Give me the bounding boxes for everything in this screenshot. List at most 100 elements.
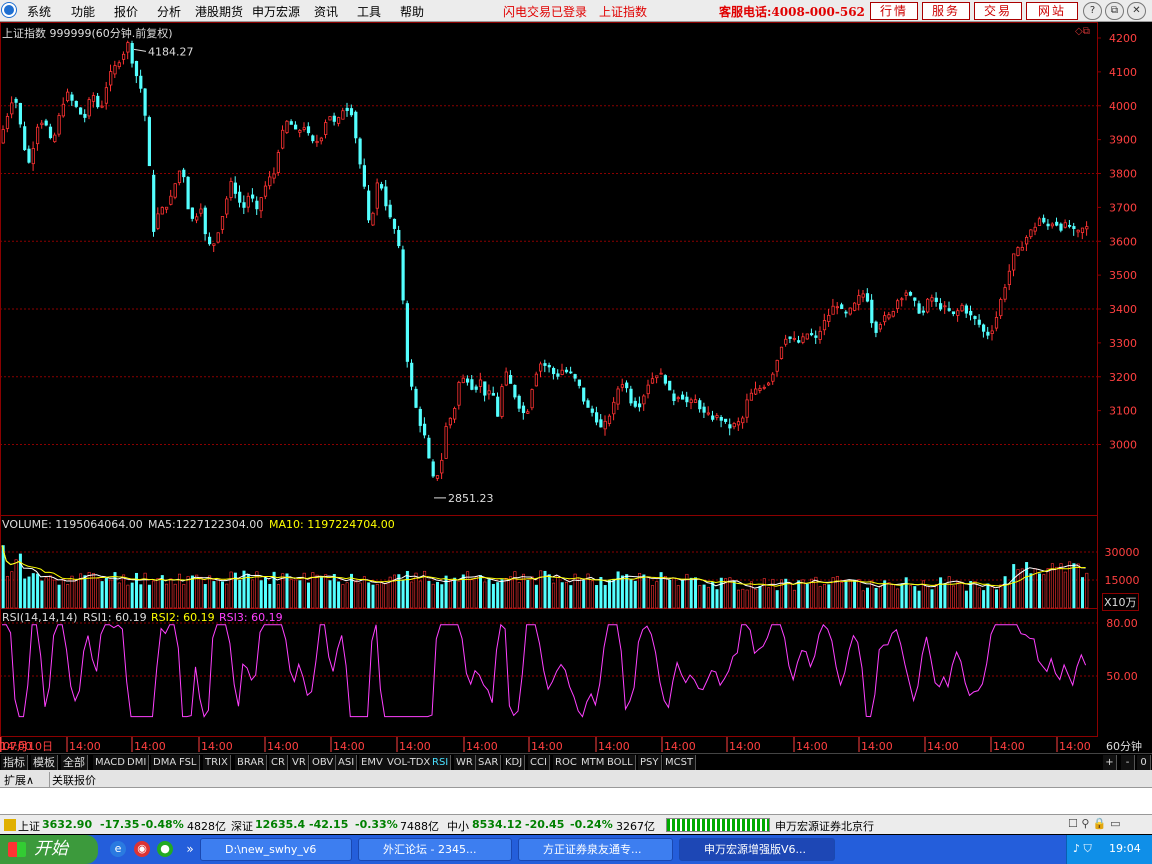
tab-全部[interactable]: 全部: [61, 755, 88, 770]
volume-bar: [788, 582, 792, 609]
candle-body: [573, 374, 577, 379]
candle-body: [526, 411, 530, 414]
candle-body: [1059, 223, 1063, 231]
tab-指标[interactable]: 指标: [1, 755, 28, 770]
browser-icon[interactable]: ●: [157, 841, 173, 857]
tray-icons[interactable]: ♪ ⛉: [1073, 842, 1092, 856]
chrome-icon[interactable]: ◉: [134, 841, 150, 857]
tab-vr[interactable]: VR: [290, 755, 309, 770]
tab-obv[interactable]: OBV: [310, 755, 337, 770]
tab-mcst[interactable]: MCST: [663, 755, 697, 770]
market-button[interactable]: 行情: [870, 2, 918, 20]
ma10-value: 1197224704.00: [307, 518, 395, 531]
candle-body: [410, 362, 414, 387]
tab-roc[interactable]: ROC: [553, 755, 580, 770]
sz-name[interactable]: 深证: [231, 818, 253, 834]
broker-name: 申万宏源证券北京行: [775, 820, 874, 833]
price-tick-label: 3300: [1109, 337, 1137, 350]
chart-settings-icon[interactable]: ◇⧉: [1075, 26, 1090, 37]
help-window-button[interactable]: ?: [1083, 2, 1102, 20]
volume-bar: [1020, 568, 1024, 609]
volume-bar: [577, 577, 581, 609]
candle-body: [263, 185, 268, 197]
tab-模板[interactable]: 模板: [31, 755, 58, 770]
menu-quote[interactable]: 报价: [114, 3, 138, 20]
period-label[interactable]: 60分钟: [1106, 738, 1142, 754]
candle-body: [186, 176, 190, 210]
candle-body: [685, 396, 689, 403]
tab-dma[interactable]: DMA: [151, 755, 180, 770]
tab-wr[interactable]: WR: [454, 755, 476, 770]
candle-body: [934, 297, 938, 302]
restore-window-button[interactable]: ⧉: [1105, 2, 1124, 20]
tab-trix[interactable]: TRIX: [203, 755, 231, 770]
tab-sar[interactable]: SAR: [476, 755, 502, 770]
tab-psy[interactable]: PSY: [638, 755, 662, 770]
related-quote-tab[interactable]: 关联报价: [49, 772, 96, 788]
candle-body: [276, 152, 281, 173]
tab-asi[interactable]: ASI: [336, 755, 358, 770]
candle-body: [182, 169, 186, 178]
app-logo-icon[interactable]: [2, 3, 16, 17]
taskbar-item-fangzheng[interactable]: 方正证券泉友通专...: [518, 838, 673, 861]
xaxis-tick-label: 14:00: [399, 740, 431, 752]
menu-system[interactable]: 系统: [27, 3, 51, 20]
website-button[interactable]: 网站: [1026, 2, 1078, 20]
candle-body: [517, 395, 521, 409]
ie-icon[interactable]: e: [110, 841, 126, 857]
show-more-icon[interactable]: »: [182, 841, 198, 857]
tab-emv[interactable]: EMV: [359, 755, 386, 770]
tab-dmi[interactable]: DMI: [125, 755, 150, 770]
index-name[interactable]: 上证指数: [599, 3, 647, 20]
tab-control-2[interactable]: 0: [1137, 755, 1151, 770]
login-status[interactable]: 闪电交易已登录: [503, 3, 587, 20]
tab-fsl[interactable]: FSL: [177, 755, 200, 770]
candle-body: [616, 388, 620, 405]
tab-control-1[interactable]: -: [1121, 755, 1135, 770]
tab-rsi[interactable]: RSI: [430, 755, 452, 770]
menu-hk-futures[interactable]: 港股期货: [195, 3, 243, 20]
candle-body: [844, 311, 848, 314]
candle-body: [552, 367, 556, 375]
taskbar-item-folder[interactable]: D:\new_swhy_v6: [200, 838, 352, 861]
tab-kdj[interactable]: KDJ: [503, 755, 526, 770]
menu-help[interactable]: 帮助: [400, 3, 424, 20]
volume-bar: [147, 584, 151, 609]
volume-bar: [457, 580, 461, 609]
extend-tab[interactable]: 扩展∧: [4, 772, 34, 788]
tab-boll[interactable]: BOLL: [605, 755, 636, 770]
menu-swhy[interactable]: 申万宏源: [252, 3, 300, 20]
tab-macd[interactable]: MACD: [93, 755, 128, 770]
tab-cci[interactable]: CCI: [528, 755, 550, 770]
taskbar-item-forum[interactable]: 外汇论坛 - 2345...: [358, 838, 512, 861]
tab-cr[interactable]: CR: [269, 755, 288, 770]
tab-mtm[interactable]: MTM: [579, 755, 608, 770]
menu-function[interactable]: 功能: [71, 3, 95, 20]
volume-bar: [152, 580, 156, 609]
volume-bar: [397, 574, 401, 609]
status-icons[interactable]: ☐ ⚲ 🔒 ▭: [1068, 817, 1121, 830]
menu-info[interactable]: 资讯: [314, 3, 338, 20]
hotline: 客服电话:4008-000-562: [719, 5, 865, 19]
tab-vol-tdx[interactable]: VOL-TDX: [385, 755, 434, 770]
sh-name[interactable]: 上证: [18, 818, 40, 834]
taskbar-item-swhy[interactable]: 申万宏源增强版V6...: [679, 838, 835, 861]
menu-analysis[interactable]: 分析: [157, 3, 181, 20]
tab-control-0[interactable]: +: [1103, 755, 1117, 770]
sz-amount: 7488亿: [400, 820, 439, 833]
volume-bar: [853, 579, 857, 609]
service-button[interactable]: 服务: [922, 2, 970, 20]
chart-area[interactable]: 4200 4100 4000 3900 3800 3700 3600 3500 3400 3300…: [0, 22, 1152, 754]
trade-button[interactable]: 交易: [974, 2, 1022, 20]
close-window-button[interactable]: ✕: [1127, 2, 1146, 20]
tab-brar[interactable]: BRAR: [235, 755, 268, 770]
candle-body: [444, 426, 448, 459]
candle-body: [345, 107, 349, 111]
candle-body: [104, 87, 108, 104]
kline-chart[interactable]: 4200 4100 4000 3900 3800 3700 3600 3500 3400 3300…: [0, 22, 1152, 752]
sh-value: 3632.90: [42, 818, 93, 831]
zx-name[interactable]: 中小: [447, 818, 469, 834]
menu-tools[interactable]: 工具: [357, 3, 381, 20]
candle-body: [1003, 287, 1007, 300]
volume-bar: [294, 579, 298, 609]
